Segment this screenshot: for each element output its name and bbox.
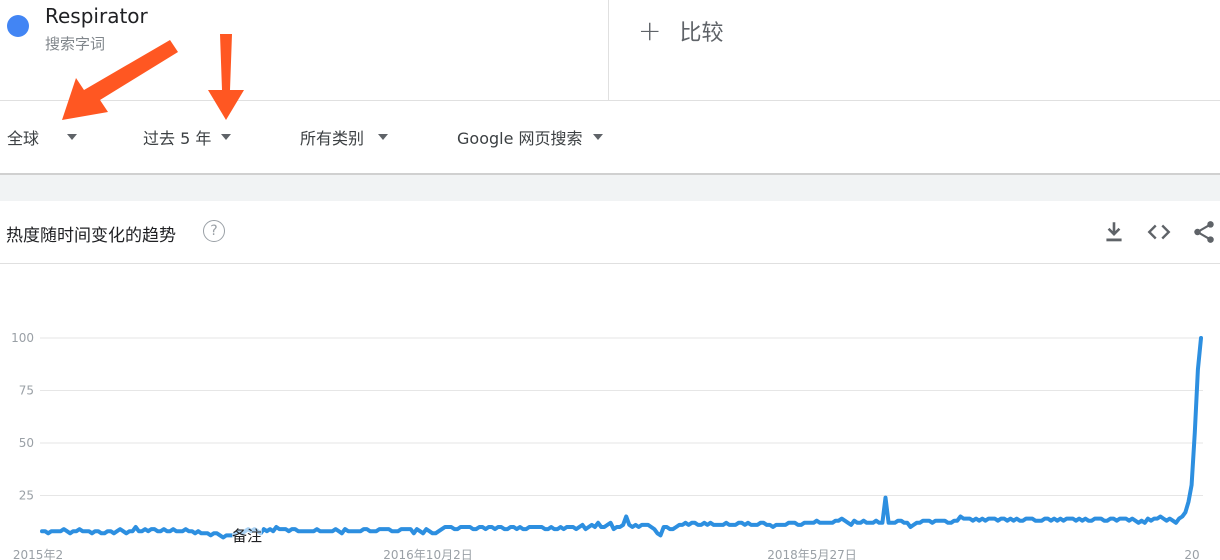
note-label[interactable]: 备注 — [232, 525, 263, 546]
x-tick-label: 2016年10月2日 — [383, 548, 472, 560]
x-tick-label: 20 — [1184, 548, 1199, 560]
trend-chart[interactable]: 25 50 75 100 2015年2 2016年10月2日 2018年5月27日 20 — [0, 0, 1220, 560]
series-line-respirator[interactable] — [40, 336, 1203, 540]
y-tick-label: 100 — [11, 331, 34, 345]
y-axis-ticks: 25 50 75 100 — [11, 331, 34, 503]
x-axis-ticks: 2015年2 2016年10月2日 2018年5月27日 20 — [13, 548, 1200, 560]
x-tick-label: 2015年2 — [13, 548, 63, 560]
y-tick-label: 25 — [19, 489, 34, 503]
y-tick-label: 75 — [19, 384, 34, 398]
x-tick-label: 2018年5月27日 — [767, 548, 856, 560]
chart-gridlines — [40, 337, 1203, 496]
y-tick-label: 50 — [19, 436, 34, 450]
